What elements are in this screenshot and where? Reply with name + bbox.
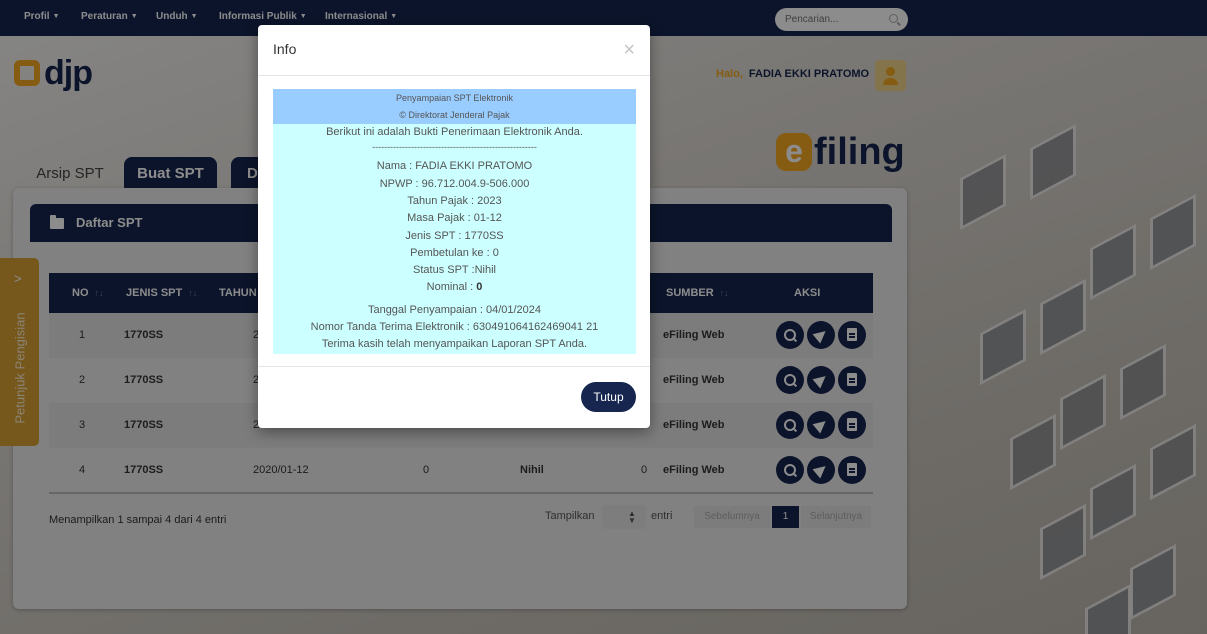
- receipt-line: Tahun Pajak : 2023: [407, 195, 502, 207]
- receipt-line: Masa Pajak : 01-12: [407, 212, 502, 224]
- nominal-label: Nominal :: [426, 281, 477, 293]
- nominal-value: 0: [476, 281, 483, 293]
- receipt-line: © Direktorat Jenderal Pajak: [399, 110, 510, 120]
- receipt-line: NPWP : 96.712.004.9-506.000: [379, 178, 530, 190]
- receipt-line: Terima kasih telah menyampaikan Laporan …: [321, 338, 588, 350]
- modal-header: Info ×: [258, 25, 650, 76]
- modal-footer-divider: [258, 366, 650, 367]
- receipt-line: Nomor Tanda Terima Elektronik : 63049106…: [310, 321, 599, 333]
- receipt-line: Penyampaian SPT Elektronik: [396, 93, 513, 103]
- receipt-line: Berikut ini adalah Bukti Penerimaan Elek…: [326, 126, 583, 138]
- receipt-line: Nama : FADIA EKKI PRATOMO: [376, 160, 533, 172]
- receipt-line: Jenis SPT : 1770SS: [405, 230, 504, 242]
- info-modal: Info × Penyampaian SPT Elektronik © Dire…: [258, 25, 650, 428]
- close-icon[interactable]: ×: [623, 39, 635, 62]
- receipt-line: Pembetulan ke : 0: [410, 247, 499, 259]
- tutup-button[interactable]: Tutup: [581, 382, 636, 412]
- electronic-receipt: Penyampaian SPT Elektronik © Direktorat …: [273, 89, 636, 354]
- receipt-separator: ----------------------------------------…: [372, 142, 537, 152]
- receipt-line: Status SPT :Nihil: [413, 264, 496, 276]
- receipt-line: Tanggal Penyampaian : 04/01/2024: [367, 304, 542, 316]
- modal-title: Info: [273, 41, 297, 57]
- receipt-line-nominal: Nominal : 0: [273, 281, 636, 293]
